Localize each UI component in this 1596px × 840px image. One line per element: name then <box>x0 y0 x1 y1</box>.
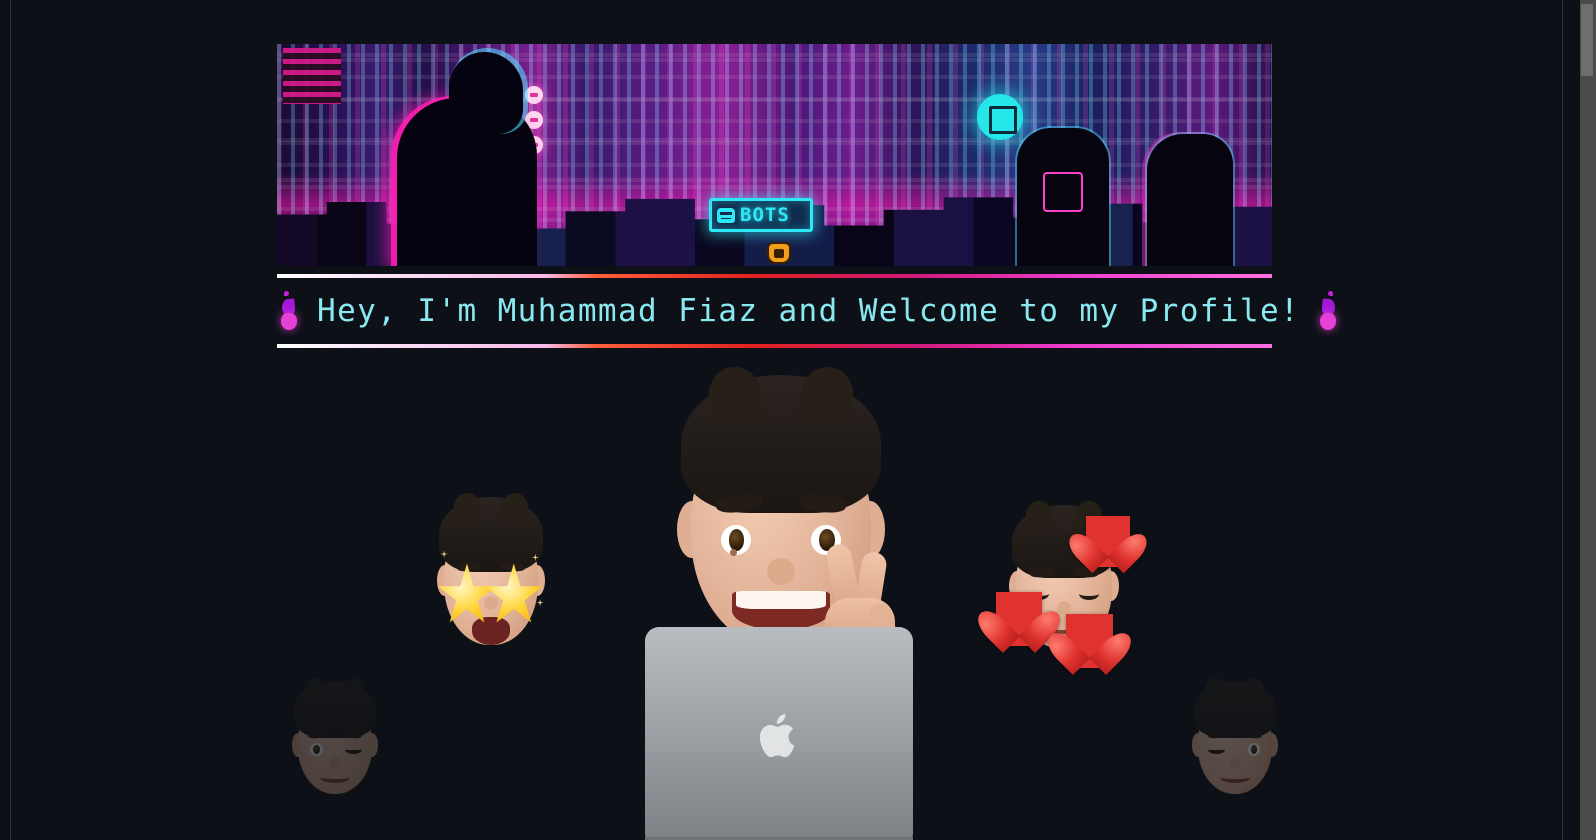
banner-figure-shirt-graphic <box>1043 172 1083 212</box>
page-title: Hey, I'm Muhammad Fiaz and Welcome to my… <box>317 293 1301 329</box>
page-frame: BOTS Hey, I'm Muhammad Fiaz and Welcome … <box>0 0 1596 840</box>
neon-circle-sign-icon <box>977 94 1023 140</box>
robot-icon <box>717 207 735 223</box>
flame-icon <box>277 289 303 333</box>
banner-standing-figure-2 <box>1147 134 1233 266</box>
memoji-star-struck <box>431 489 551 651</box>
divider-bottom <box>277 344 1272 348</box>
memoji-collage-image <box>277 355 1279 840</box>
profile-banner-image: BOTS <box>277 44 1272 266</box>
heart-icon <box>1066 613 1113 668</box>
bots-sign-label: BOTS <box>740 203 790 226</box>
memoji-wink-left <box>287 675 383 799</box>
apple-logo-icon <box>760 714 795 758</box>
memoji-peace-sign <box>665 360 899 660</box>
right-border-rule <box>1562 0 1563 840</box>
banner-hooded-figure <box>397 52 537 266</box>
flame-icon <box>1314 289 1340 333</box>
memoji-wink-right <box>1187 675 1283 799</box>
heart-icon <box>1085 515 1130 567</box>
banner-standing-figure-1 <box>1017 128 1109 266</box>
banner-bots-neon-sign: BOTS <box>709 198 813 232</box>
banner-figure-head <box>449 52 523 134</box>
heart-icon <box>995 591 1043 646</box>
orange-mascot-icon <box>767 242 791 264</box>
divider-top <box>277 274 1272 278</box>
profile-heading: Hey, I'm Muhammad Fiaz and Welcome to my… <box>277 286 1337 336</box>
readme-content: BOTS Hey, I'm Muhammad Fiaz and Welcome … <box>277 0 1337 840</box>
scrollbar-thumb[interactable] <box>1581 4 1593 76</box>
banner-pink-tower <box>283 48 341 104</box>
macbook-laptop <box>645 627 913 840</box>
sparkle-icon <box>536 599 544 607</box>
left-border-rule <box>10 0 11 840</box>
memoji-smiling-with-hearts <box>995 497 1130 668</box>
vertical-scrollbar[interactable] <box>1580 0 1596 840</box>
